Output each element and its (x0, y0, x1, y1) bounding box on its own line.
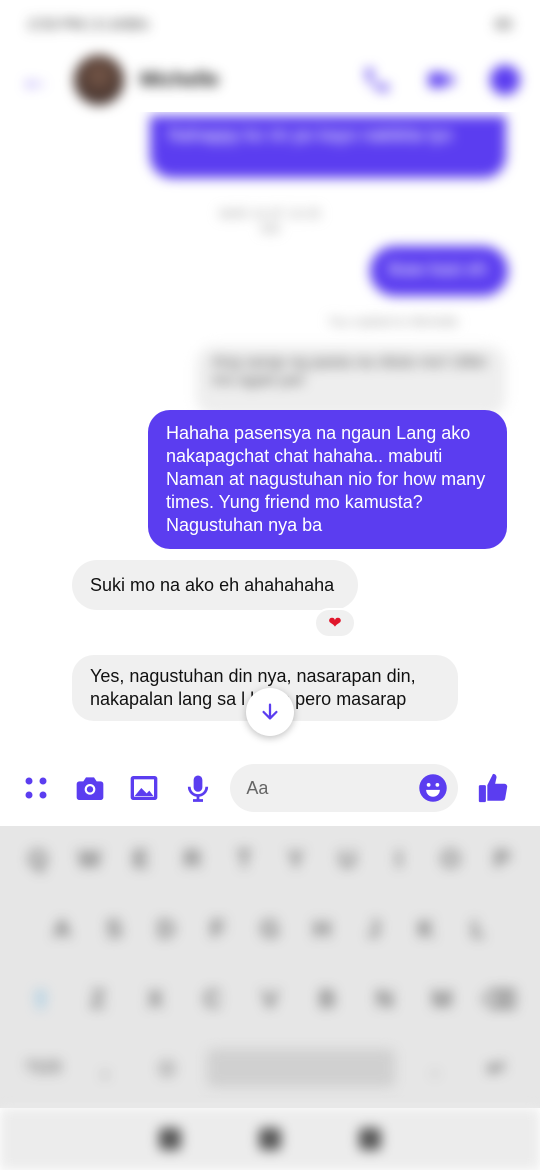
emoji-icon[interactable] (418, 773, 448, 803)
keyboard-key-emoji[interactable]: ☺ (145, 1044, 189, 1092)
keyboard-key[interactable]: Z (76, 976, 120, 1024)
back-arrow-icon[interactable]: ← (20, 63, 60, 97)
keyboard-key-shift[interactable]: ⇧ (19, 976, 63, 1024)
keyboard-key[interactable]: T (222, 836, 266, 884)
keyboard-key[interactable]: . (413, 1044, 457, 1092)
keyboard-key[interactable]: G (248, 906, 292, 954)
keyboard-key[interactable]: I (377, 836, 421, 884)
gallery-icon[interactable] (122, 766, 165, 810)
keyboard-key[interactable]: J (352, 906, 396, 954)
chat-header: ← Michelle (0, 48, 540, 112)
keyboard-key[interactable]: B (305, 976, 349, 1024)
reply-preview[interactable]: Ang sarap ng pasta na niluto mo! Ulitin … (196, 346, 506, 416)
keyboard-key[interactable]: R (171, 836, 215, 884)
keyboard-key[interactable]: X (133, 976, 177, 1024)
keyboard-key-symbols[interactable]: ?123 (21, 1044, 65, 1092)
keyboard-key[interactable]: L (456, 906, 500, 954)
keyboard-key[interactable]: V (248, 976, 292, 1024)
keyboard-row: ?123 , ☺ . ↵ (0, 1044, 540, 1092)
keyboard-row: Q W E R T Y U I O P (0, 836, 540, 884)
contact-name[interactable]: Michelle (140, 69, 328, 92)
keyboard-row: A S D F G H J K L (0, 906, 540, 954)
keyboard-key[interactable]: U (325, 836, 369, 884)
keyboard-key[interactable]: Q (16, 836, 60, 884)
keyboard-key[interactable]: D (144, 906, 188, 954)
keyboard-key[interactable]: S (92, 906, 136, 954)
reply-status: You replied to Michelle (328, 314, 459, 329)
keyboard-spacebar[interactable] (207, 1049, 395, 1087)
keyboard-key[interactable]: O (429, 836, 473, 884)
contact-avatar[interactable] (74, 55, 124, 105)
keyboard-row: ⇧ Z X C V B N M ⌫ (0, 976, 540, 1024)
keyboard-key-backspace[interactable]: ⌫ (477, 976, 521, 1024)
arrow-down-icon (262, 703, 278, 720)
message-outgoing[interactable]: Nahappy ko rin po kayo nakikita tyo (150, 116, 506, 178)
keyboard-key[interactable]: N (363, 976, 407, 1024)
keyboard-key[interactable]: C (191, 976, 235, 1024)
status-battery: 83 (495, 15, 512, 33)
keyboard-key[interactable]: A (40, 906, 84, 954)
keyboard-key[interactable]: F (196, 906, 240, 954)
keyboard-key[interactable]: M (420, 976, 464, 1024)
message-incoming[interactable]: Suki mo na ako eh ahahahaha (72, 560, 358, 610)
recent-apps-icon[interactable] (159, 1128, 181, 1150)
message-outgoing[interactable]: Hahaha pasensya na ngaun Lang ako nakapa… (148, 410, 507, 549)
microphone-icon[interactable] (176, 766, 219, 810)
home-icon[interactable] (259, 1128, 281, 1150)
message-input[interactable] (246, 777, 397, 799)
phone-call-icon[interactable] (362, 65, 392, 95)
message-outgoing[interactable]: Ikaw kasi eh (370, 246, 508, 296)
back-icon[interactable] (359, 1128, 381, 1150)
keyboard-key[interactable]: H (300, 906, 344, 954)
keyboard-key[interactable]: K (404, 906, 448, 954)
video-call-icon[interactable] (426, 65, 456, 95)
keyboard-key-enter[interactable]: ↵ (475, 1044, 519, 1092)
keyboard-key[interactable]: W (67, 836, 111, 884)
keyboard-key[interactable]: , (83, 1044, 127, 1092)
message-list[interactable]: Nahappy ko rin po kayo nakikita tyo MAR … (0, 112, 540, 750)
heart-reaction-icon[interactable]: ❤ (314, 608, 356, 638)
camera-icon[interactable] (68, 766, 111, 810)
system-nav-bar (0, 1108, 540, 1170)
keyboard-key[interactable]: E (119, 836, 163, 884)
status-bar: 2:53 PM | 0.1KB/s 83 (0, 0, 540, 48)
on-screen-keyboard[interactable]: Q W E R T Y U I O P A S D F G H J K L ⇧ … (0, 826, 540, 1108)
message-timestamp: MAR 16 AT 10:45 AM (219, 206, 321, 236)
keyboard-key[interactable]: P (480, 836, 524, 884)
message-input-box[interactable] (230, 764, 458, 812)
scroll-to-bottom-button[interactable] (246, 688, 294, 736)
message-composer (0, 750, 540, 826)
apps-icon[interactable] (14, 766, 57, 810)
status-time: 2:53 PM | 0.1KB/s (28, 15, 149, 33)
keyboard-key[interactable]: Y (274, 836, 318, 884)
info-icon[interactable] (490, 65, 520, 95)
thumbs-up-icon[interactable] (472, 766, 515, 810)
